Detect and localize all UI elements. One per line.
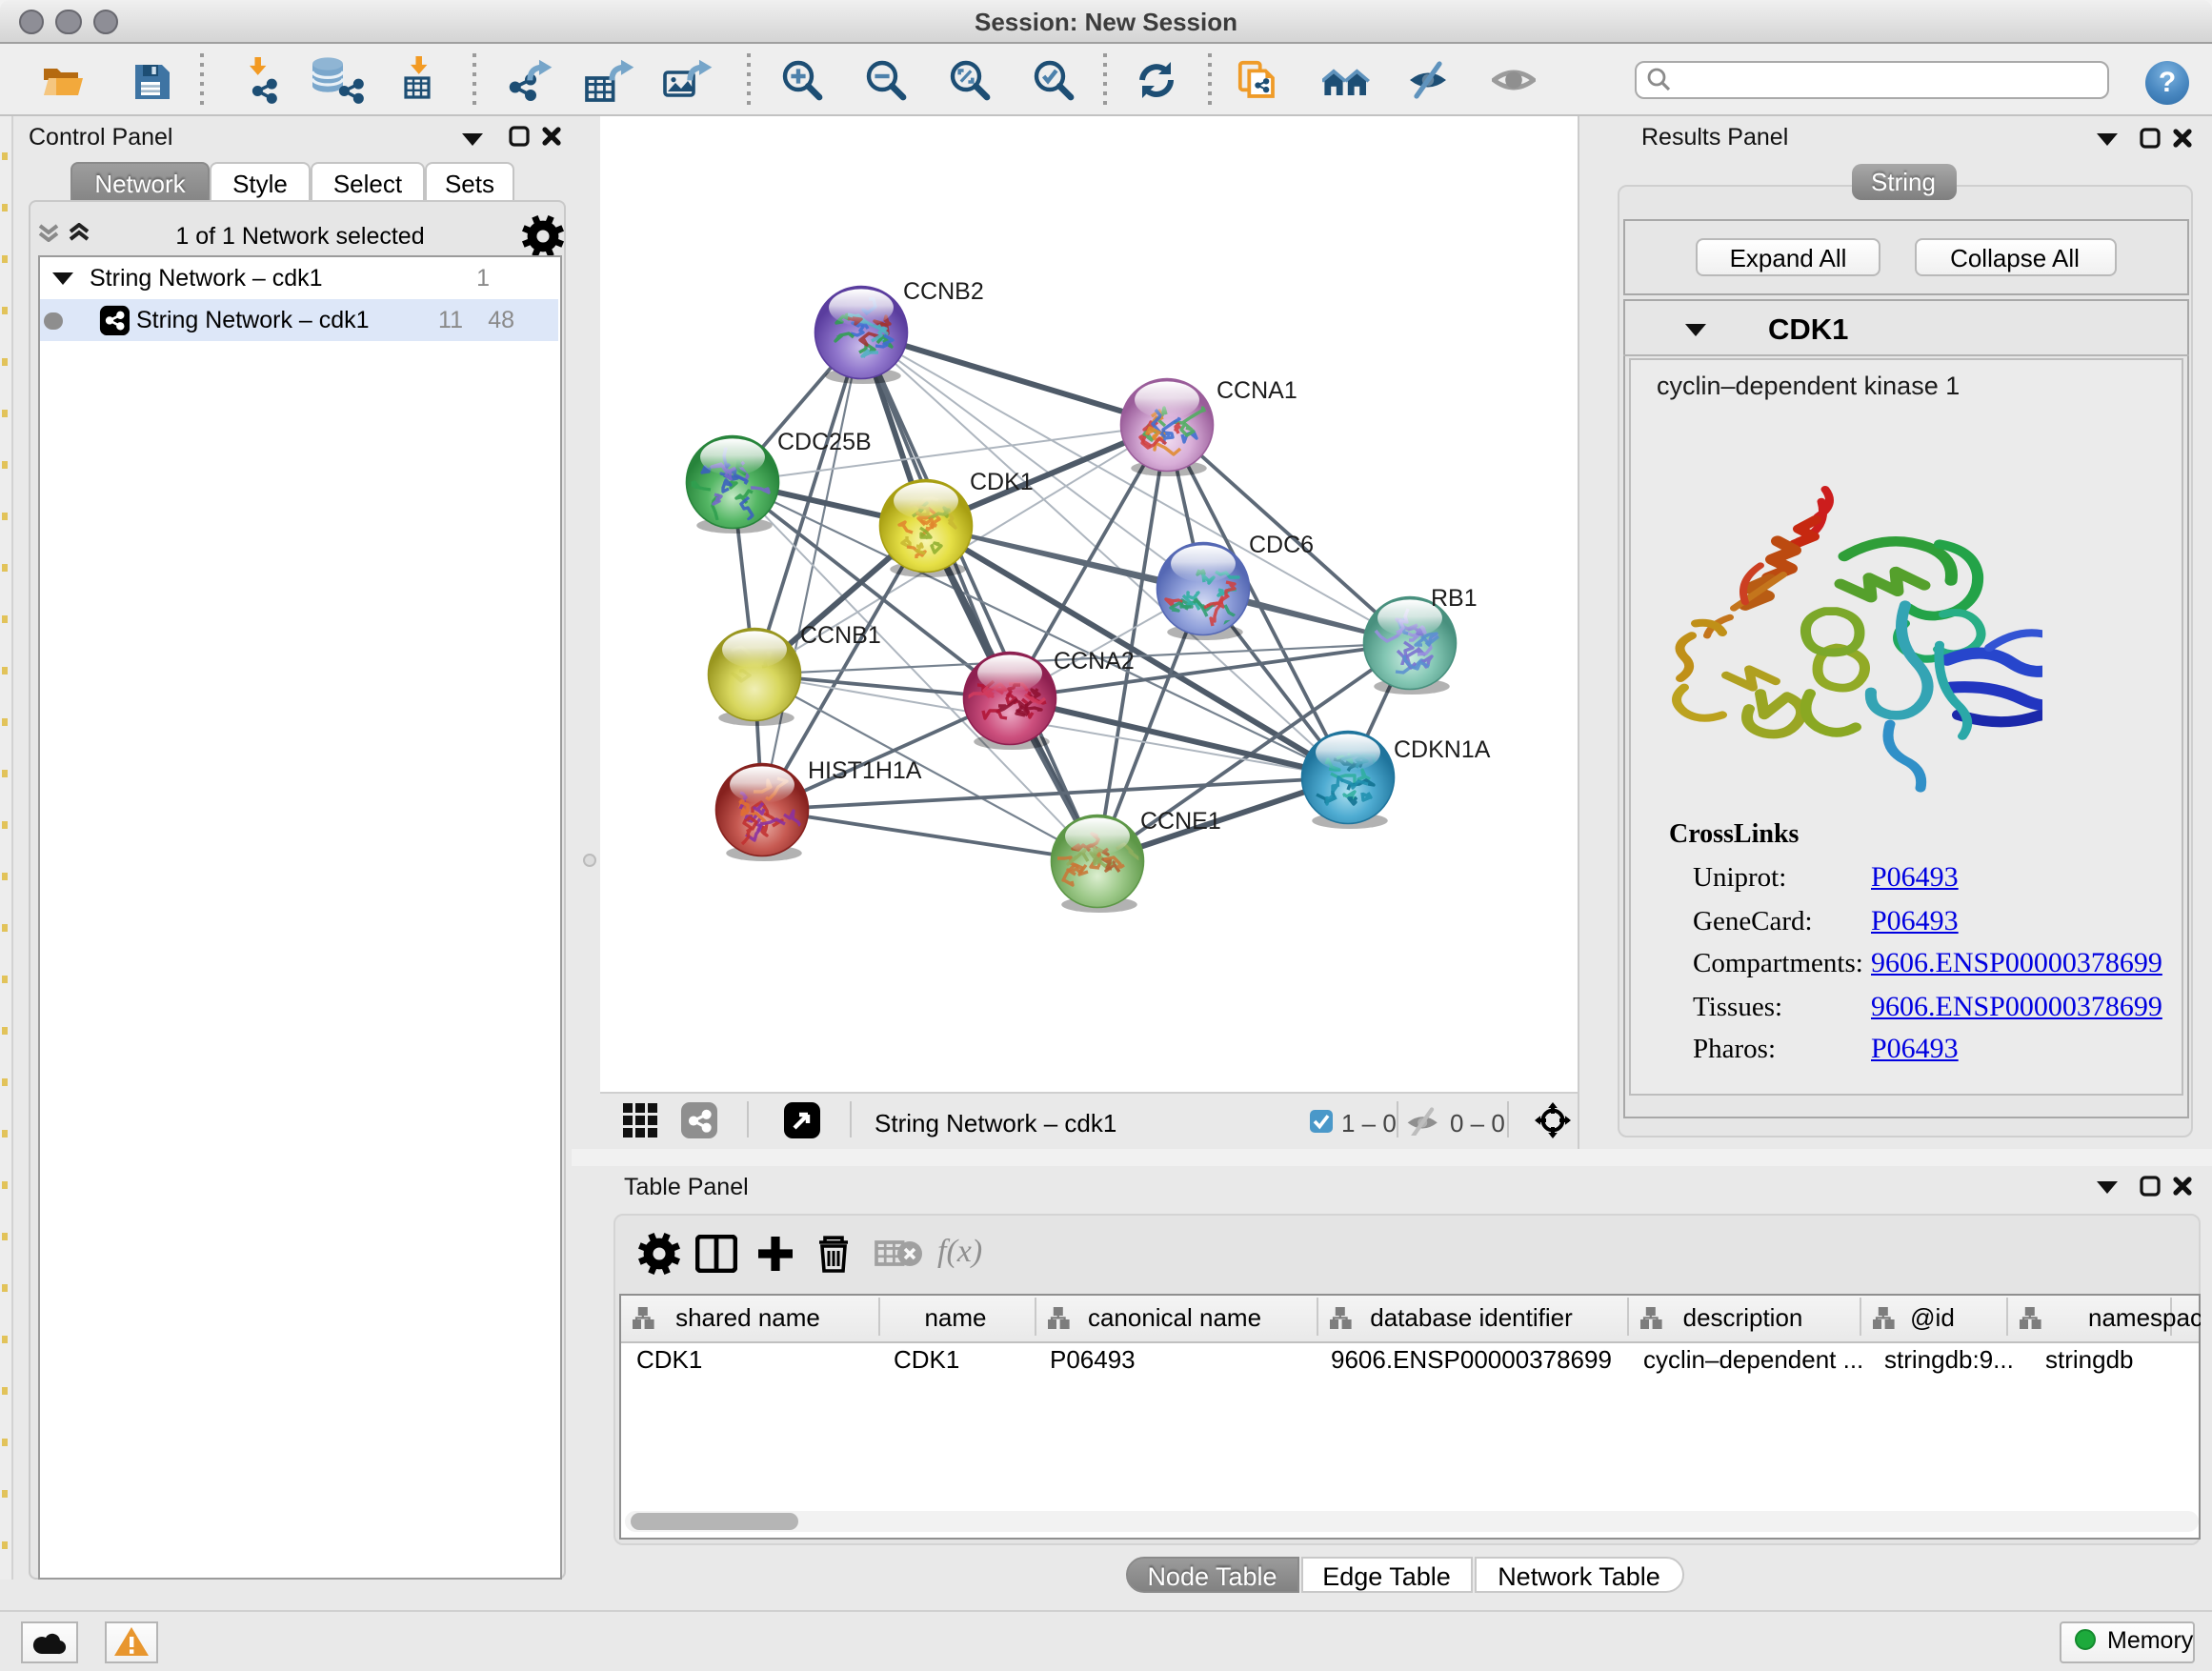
svg-text:HIST1H1A: HIST1H1A [807, 757, 921, 784]
svg-text:CCNB2: CCNB2 [902, 278, 983, 305]
svg-text:CCNB1: CCNB1 [799, 622, 880, 649]
svg-text:CCNA1: CCNA1 [1216, 377, 1297, 404]
svg-text:CDC25B: CDC25B [776, 429, 871, 455]
svg-text:CDK1: CDK1 [969, 469, 1033, 495]
svg-text:CDC6: CDC6 [1248, 532, 1313, 558]
svg-text:CCNA2: CCNA2 [1053, 648, 1134, 674]
svg-text:CCNE1: CCNE1 [1139, 808, 1220, 835]
svg-text:RB1: RB1 [1430, 585, 1477, 612]
svg-text:CDKN1A: CDKN1A [1393, 736, 1490, 763]
